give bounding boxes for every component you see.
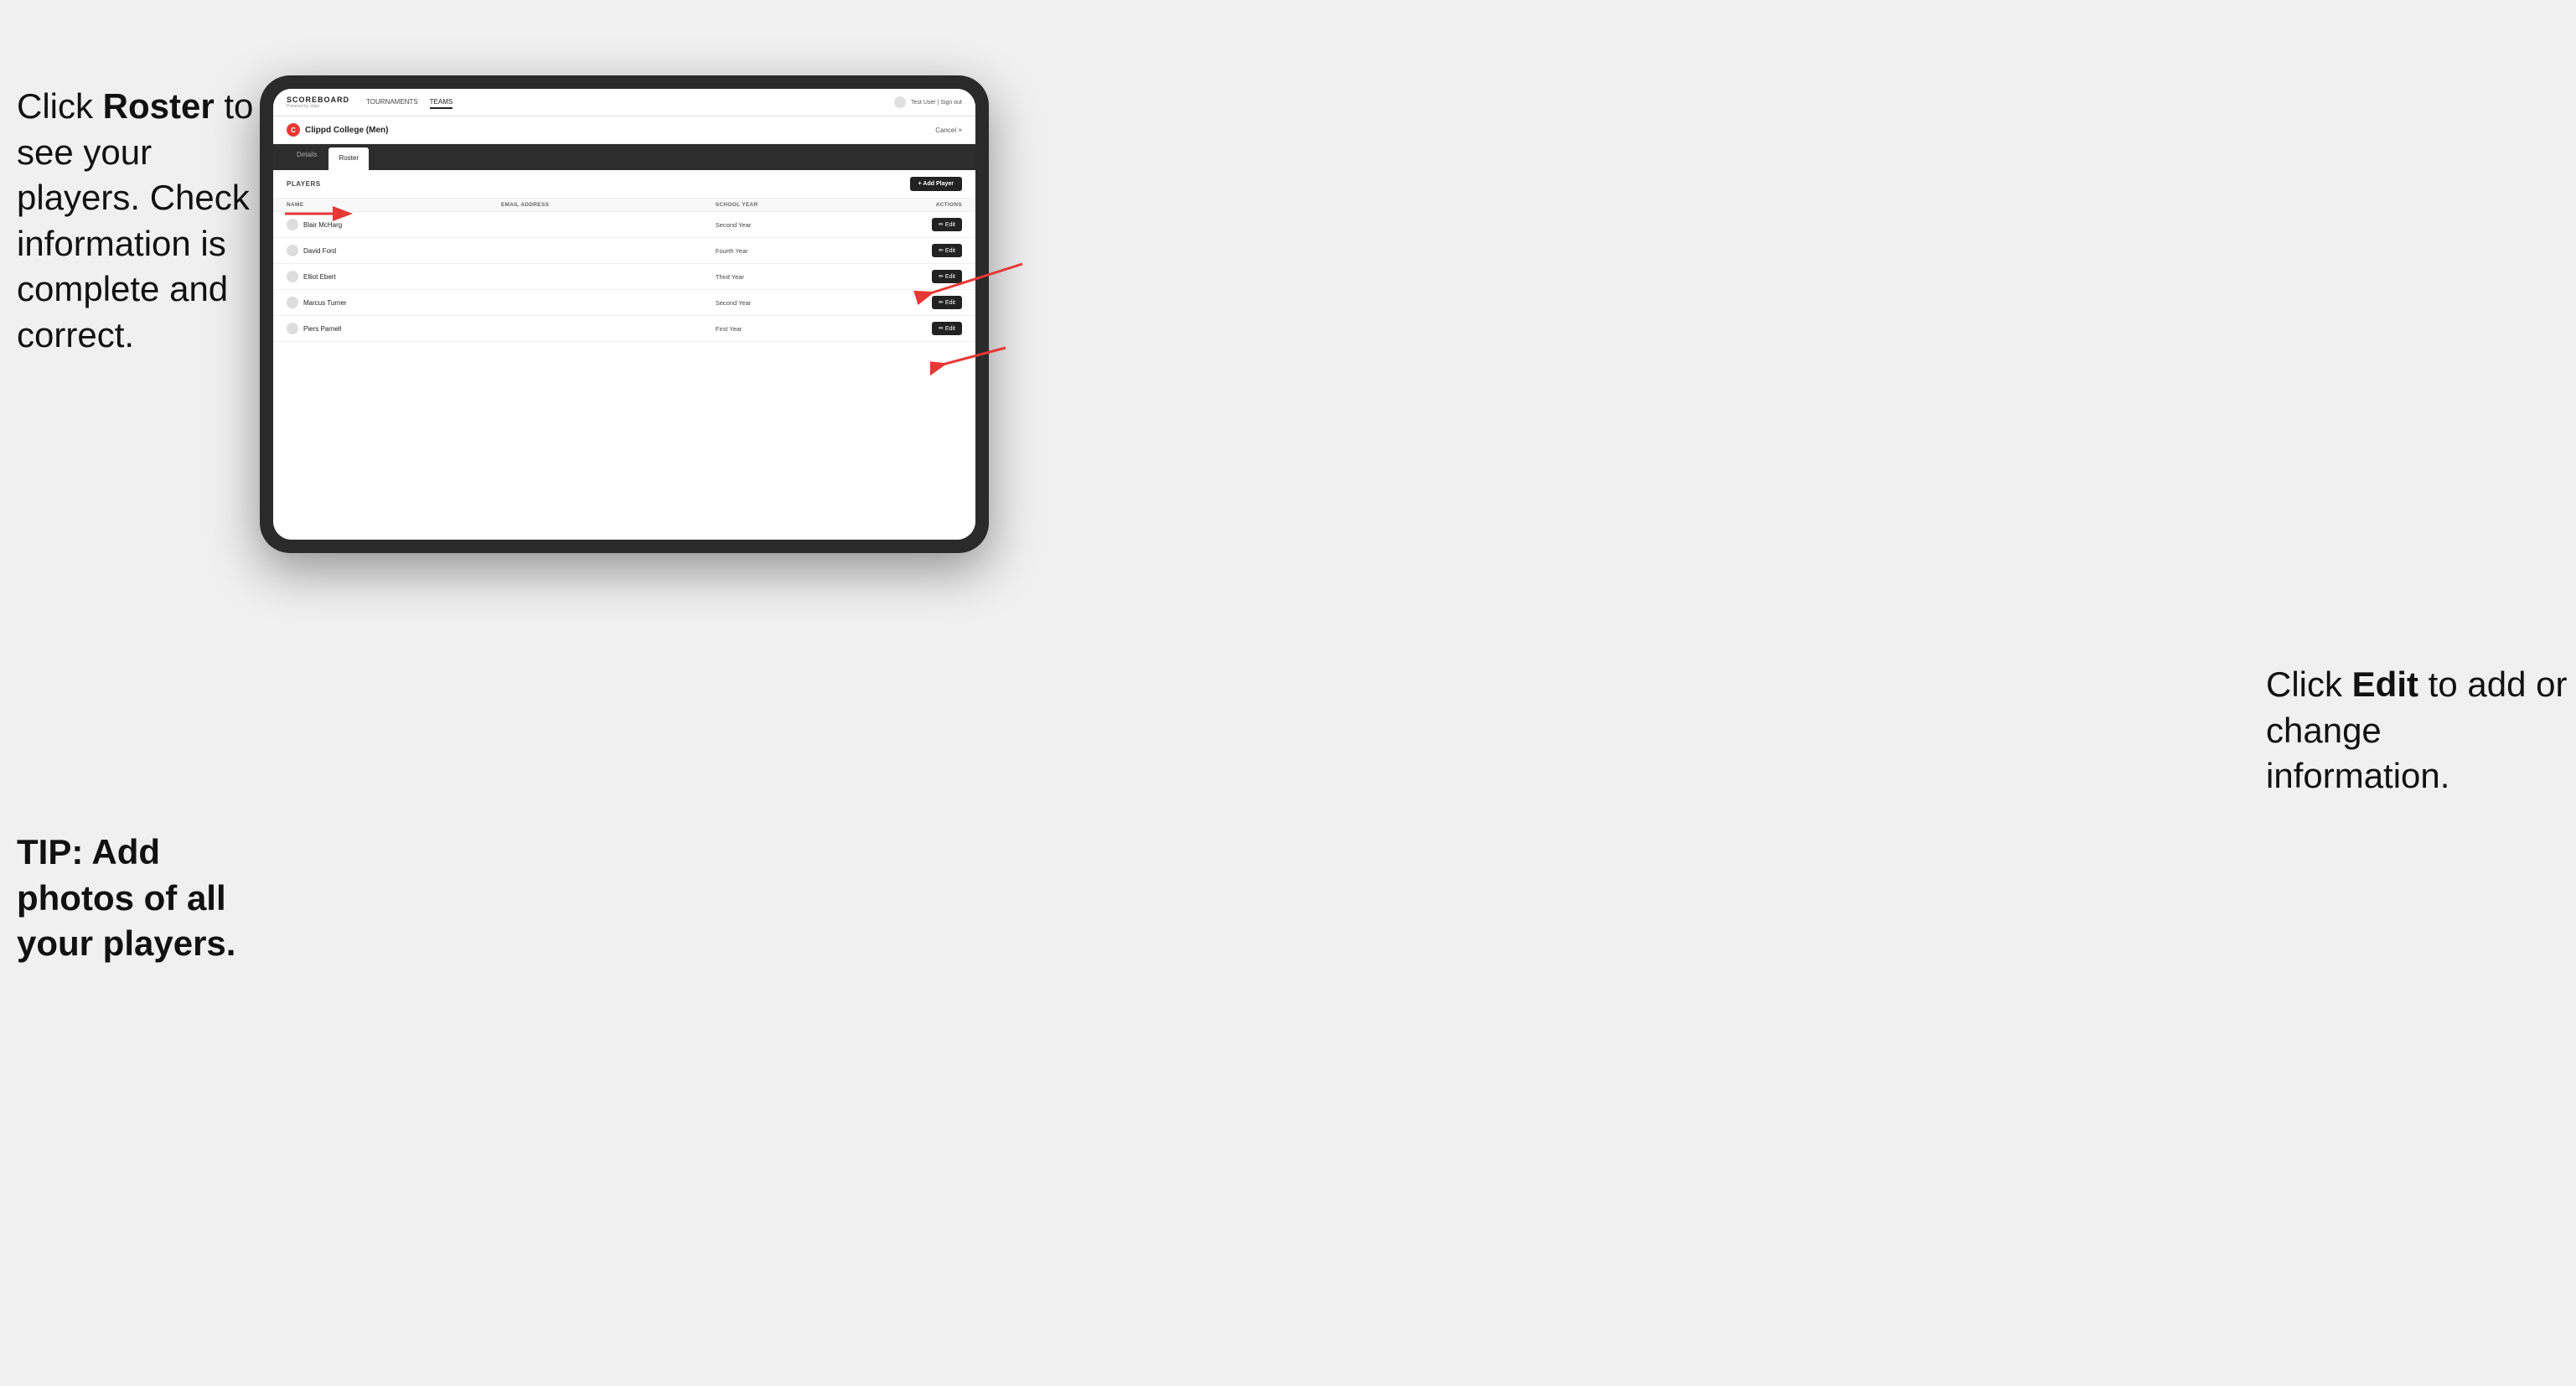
left-instructions: Click Roster to see your players. Check … xyxy=(17,84,260,359)
player-name-cell: David Ford xyxy=(287,245,501,256)
nav-user-area: Test User | Sign out xyxy=(894,96,962,108)
nav-link-tournaments[interactable]: TOURNAMENTS xyxy=(366,96,418,109)
action-cell: ✏ Edit xyxy=(877,218,962,231)
edit-button[interactable]: ✏ Edit xyxy=(932,322,962,335)
col-year: SCHOOL YEAR xyxy=(716,202,877,208)
players-header: PLAYERS + Add Player xyxy=(273,170,975,199)
players-list: Blair McHarg Second Year ✏ Edit David Fo… xyxy=(273,212,975,540)
edit-button[interactable]: ✏ Edit xyxy=(932,218,962,231)
tablet-device: SCOREBOARD Powered by clippi TOURNAMENTS… xyxy=(260,75,989,553)
cancel-button[interactable]: Cancel × xyxy=(935,127,962,134)
table-row: Blair McHarg Second Year ✏ Edit xyxy=(273,212,975,238)
left-instruction-text: Click Roster to see your players. Check … xyxy=(17,84,260,359)
player-name: Elliot Ebert xyxy=(303,273,336,281)
tabs-bar: Details Roster xyxy=(273,144,975,170)
nav-links: TOURNAMENTS TEAMS xyxy=(366,96,877,109)
arrow-to-edit-bottom xyxy=(930,335,1014,377)
avatar xyxy=(287,245,298,256)
add-player-button[interactable]: + Add Player xyxy=(910,177,962,191)
tip-text: TIP: Add photos of all your players. xyxy=(17,830,268,967)
table-row: Marcus Turner Second Year ✏ Edit xyxy=(273,290,975,316)
player-year: Second Year xyxy=(716,221,877,229)
logo-title: SCOREBOARD xyxy=(287,96,349,104)
team-header: C Clippd College (Men) Cancel × xyxy=(273,116,975,144)
tab-roster[interactable]: Roster xyxy=(328,147,369,170)
col-email: EMAIL ADDRESS xyxy=(501,202,716,208)
table-header: NAME EMAIL ADDRESS SCHOOL YEAR ACTIONS xyxy=(273,199,975,212)
user-icon xyxy=(894,96,906,108)
right-instructions: Click Edit to add or change information. xyxy=(2266,662,2568,799)
arrow-to-edit-top xyxy=(913,247,1031,314)
player-name: David Ford xyxy=(303,247,336,255)
player-year: First Year xyxy=(716,325,877,333)
table-row: Elliot Ebert Third Year ✏ Edit xyxy=(273,264,975,290)
team-logo: C xyxy=(287,123,300,137)
player-name: Piers Parnell xyxy=(303,325,341,333)
team-name-area: C Clippd College (Men) xyxy=(287,123,388,137)
players-section: PLAYERS + Add Player NAME EMAIL ADDRESS … xyxy=(273,170,975,540)
player-name: Marcus Turner xyxy=(303,299,347,307)
action-cell: ✏ Edit xyxy=(877,322,962,335)
table-row: David Ford Fourth Year ✏ Edit xyxy=(273,238,975,264)
arrow-to-roster xyxy=(277,193,360,235)
main-content: C Clippd College (Men) Cancel × Details … xyxy=(273,116,975,540)
logo-area: SCOREBOARD Powered by clippi xyxy=(287,96,349,109)
player-year: Third Year xyxy=(716,273,877,281)
nav-link-teams[interactable]: TEAMS xyxy=(430,96,453,109)
avatar xyxy=(287,271,298,282)
top-nav: SCOREBOARD Powered by clippi TOURNAMENTS… xyxy=(273,89,975,116)
avatar xyxy=(287,323,298,334)
player-year: Fourth Year xyxy=(716,247,877,255)
table-row: Piers Parnell First Year ✏ Edit xyxy=(273,316,975,342)
player-name-cell: Piers Parnell xyxy=(287,323,501,334)
user-text: Test User | Sign out xyxy=(911,100,962,106)
team-name: Clippd College (Men) xyxy=(305,126,388,135)
player-name-cell: Elliot Ebert xyxy=(287,271,501,282)
players-title: PLAYERS xyxy=(287,180,321,188)
right-instruction-text: Click Edit to add or change information. xyxy=(2266,662,2568,799)
tab-details[interactable]: Details xyxy=(287,144,327,170)
tablet-screen: SCOREBOARD Powered by clippi TOURNAMENTS… xyxy=(273,89,975,540)
logo-sub: Powered by clippi xyxy=(287,104,319,109)
col-actions: ACTIONS xyxy=(877,202,962,208)
player-year: Second Year xyxy=(716,299,877,307)
avatar xyxy=(287,297,298,308)
player-name-cell: Marcus Turner xyxy=(287,297,501,308)
